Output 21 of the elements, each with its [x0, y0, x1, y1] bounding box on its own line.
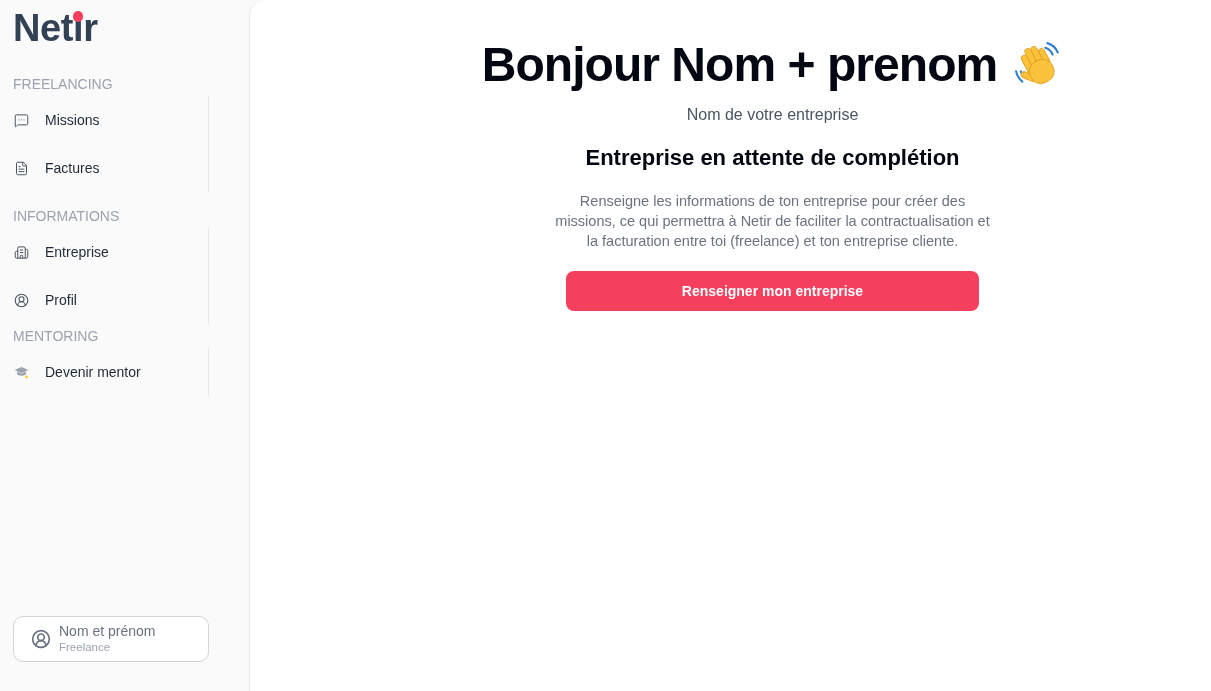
- building-icon: [14, 244, 29, 260]
- section-heading: INFORMATIONS: [13, 206, 120, 226]
- user-circle-icon: [14, 292, 29, 308]
- speech-bubble-icon: [14, 112, 29, 128]
- company-name: Nom de votre entreprise: [686, 105, 859, 125]
- status-heading: Entreprise en attente de complétion: [585, 144, 960, 172]
- sidebar-item[interactable]: Devenir mentor: [13, 348, 208, 396]
- sidebar-item[interactable]: Entreprise: [13, 228, 208, 276]
- netir-logo: Netir: [13, 9, 98, 47]
- graduation-cap-icon: [14, 365, 29, 379]
- sidebar-item[interactable]: Profil: [13, 276, 208, 324]
- sidebar-item[interactable]: Missions: [13, 96, 208, 144]
- profile-button[interactable]: Nom et prénom Freelance: [13, 616, 209, 662]
- sidebar-item[interactable]: Factures: [13, 144, 208, 192]
- section-heading: MENTORING: [13, 326, 99, 346]
- description-text: Renseigne les informations de ton entreprise pour créer des missions, ce qui permettra à Netir de faciliter la contractualisation et la facturation entre toi (freelance) et ton entreprise cliente.: [554, 192, 991, 251]
- greeting-title: Bonjour Nom + prenom: [481, 37, 998, 93]
- complete-company-button[interactable]: Renseigner mon entreprise: [566, 271, 979, 311]
- user-circle-icon: [31, 629, 51, 649]
- section-heading: FREELANCING: [13, 74, 113, 94]
- document-icon: [14, 160, 29, 176]
